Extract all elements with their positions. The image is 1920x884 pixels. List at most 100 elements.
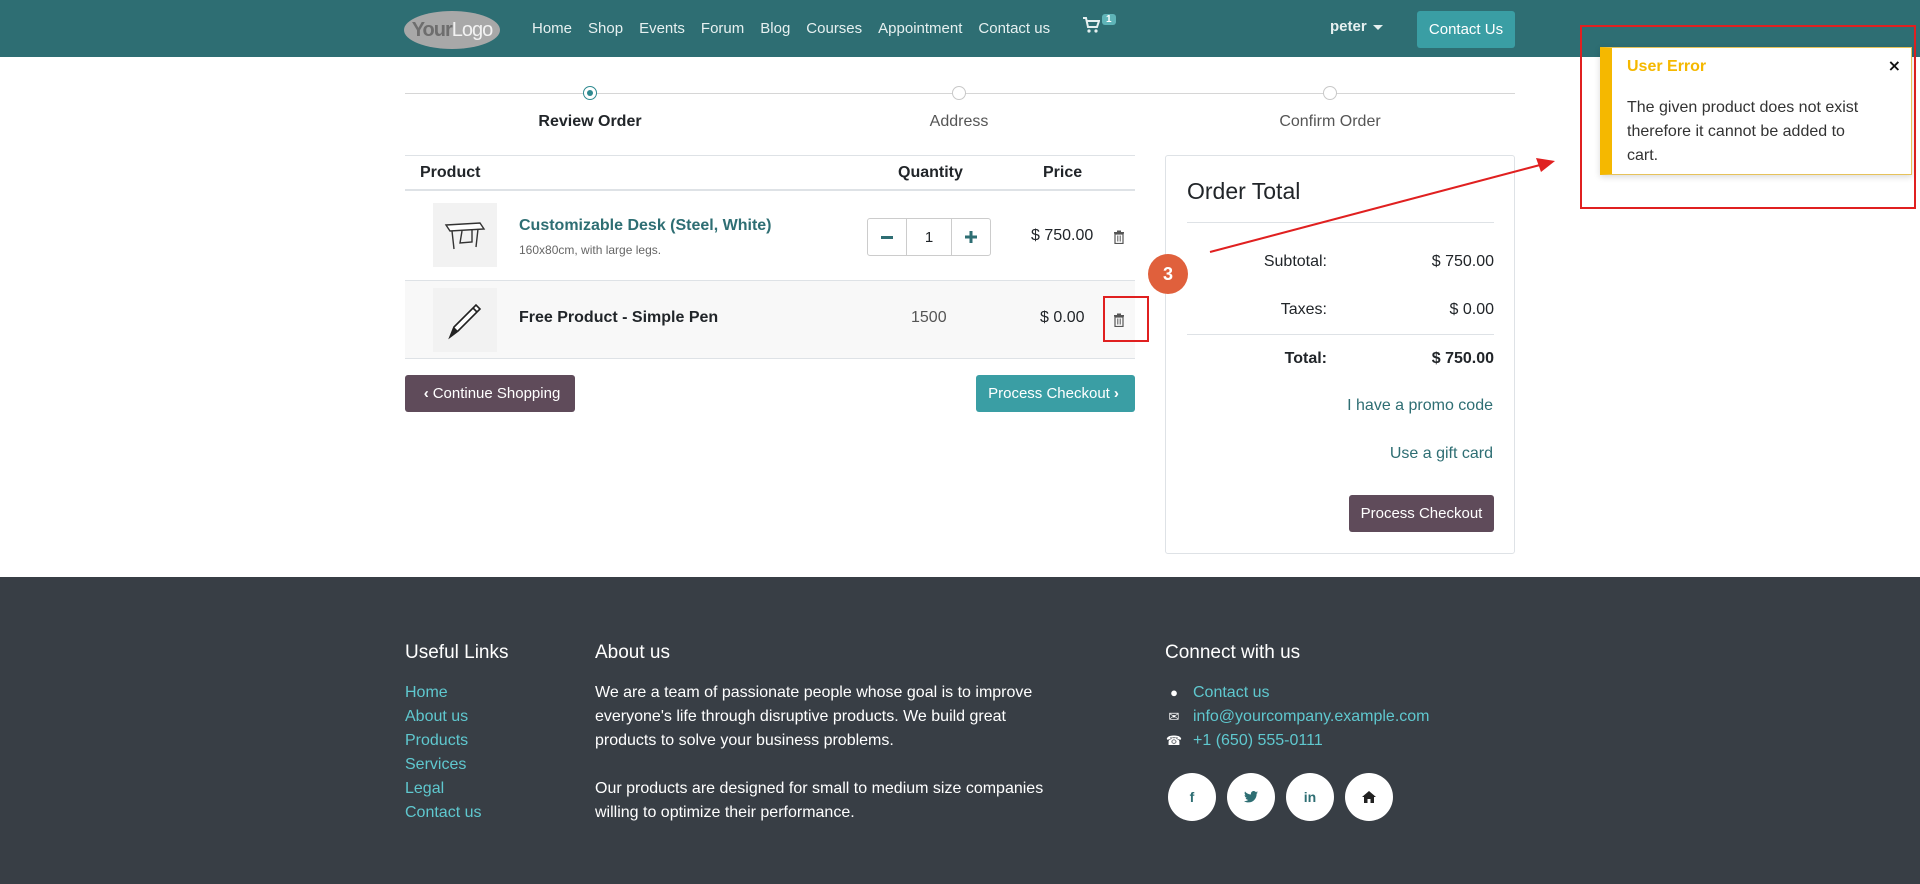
step-dot-confirm bbox=[1323, 86, 1337, 100]
header-product: Product bbox=[420, 164, 481, 181]
step-dot-review bbox=[583, 86, 597, 100]
site-footer: Useful Links Home About us Products Serv… bbox=[0, 577, 1920, 884]
nav-contact-us[interactable]: Contact us bbox=[978, 20, 1050, 37]
user-menu-dropdown[interactable]: peter bbox=[1330, 18, 1383, 35]
user-error-toast: User Error × The given product does not … bbox=[1600, 47, 1912, 175]
card-divider bbox=[1187, 222, 1494, 223]
plus-icon bbox=[965, 231, 977, 243]
nav-home[interactable]: Home bbox=[532, 20, 572, 37]
house-icon bbox=[1362, 791, 1376, 803]
quantity-decrease-button[interactable] bbox=[868, 219, 906, 255]
table-header: Product Quantity Price bbox=[405, 155, 1135, 191]
product-price-desk: $ 750.00 bbox=[1031, 227, 1094, 244]
card-divider bbox=[1187, 334, 1494, 335]
contact-item[interactable]: ● Contact us bbox=[1165, 681, 1430, 705]
nav-events[interactable]: Events bbox=[639, 20, 685, 37]
minus-icon bbox=[881, 236, 893, 239]
phone-icon: ☎ bbox=[1165, 733, 1183, 748]
cart-icon bbox=[1083, 17, 1100, 33]
taxes-label: Taxes: bbox=[1280, 301, 1327, 318]
nav-appointment[interactable]: Appointment bbox=[878, 20, 962, 37]
promo-code-link[interactable]: I have a promo code bbox=[1347, 397, 1493, 415]
trash-icon[interactable] bbox=[1113, 230, 1125, 244]
contact-us-button[interactable]: Contact Us bbox=[1417, 11, 1515, 48]
process-checkout-button[interactable]: Process Checkout › bbox=[976, 375, 1135, 412]
quantity-pen: 1500 bbox=[911, 309, 947, 326]
useful-links-title: Useful Links bbox=[405, 642, 509, 663]
about-us-title: About us bbox=[595, 642, 670, 663]
quantity-increase-button[interactable] bbox=[952, 219, 990, 255]
order-total-title: Order Total bbox=[1187, 178, 1301, 204]
home-icon[interactable] bbox=[1345, 773, 1393, 821]
chevron-right-icon: › bbox=[1113, 385, 1119, 402]
quantity-stepper: 1 bbox=[867, 218, 991, 256]
footer-link-about-us[interactable]: About us bbox=[405, 705, 481, 729]
nav-forum[interactable]: Forum bbox=[701, 20, 744, 37]
cart-count-badge: 1 bbox=[1102, 14, 1116, 25]
footer-phone: +1 (650) 555-0111 bbox=[1193, 732, 1323, 749]
desk-icon bbox=[444, 222, 486, 250]
product-link-desk[interactable]: Customizable Desk (Steel, White) bbox=[519, 217, 772, 235]
gift-card-link[interactable]: Use a gift card bbox=[1390, 445, 1493, 463]
caret-down-icon bbox=[1372, 24, 1383, 30]
cart-row-desk: Customizable Desk (Steel, White) 160x80c… bbox=[405, 191, 1135, 281]
site-logo[interactable]: YourLogo bbox=[404, 11, 500, 49]
annotation-step-badge: 3 bbox=[1148, 254, 1188, 294]
footer-link-legal[interactable]: Legal bbox=[405, 777, 481, 801]
nav-menu: Home Shop Events Forum Blog Courses Appo… bbox=[532, 0, 1066, 57]
social-links: f in bbox=[1168, 773, 1404, 821]
footer-email: info@yourcompany.example.com bbox=[1193, 708, 1430, 725]
footer-link-products[interactable]: Products bbox=[405, 729, 481, 753]
continue-shopping-button[interactable]: ‹ Continue Shopping bbox=[405, 375, 575, 412]
toast-message: The given product does not exist therefo… bbox=[1627, 99, 1859, 164]
footer-contact-link: Contact us bbox=[1193, 684, 1270, 701]
product-price-pen: $ 0.00 bbox=[1040, 309, 1085, 326]
product-image-desk[interactable] bbox=[433, 203, 497, 267]
linkedin-icon[interactable]: in bbox=[1286, 773, 1334, 821]
header-quantity: Quantity bbox=[898, 164, 963, 181]
user-name: peter bbox=[1330, 18, 1367, 35]
logo-text-your: Your bbox=[411, 18, 453, 41]
highlight-remove-pen bbox=[1103, 296, 1149, 342]
toast-title: User Error bbox=[1627, 58, 1707, 75]
product-description-desk: 160x80cm, with large legs. bbox=[519, 243, 662, 257]
total-value: $ 750.00 bbox=[1431, 350, 1494, 367]
useful-links-list: Home About us Products Services Legal Co… bbox=[405, 681, 481, 825]
cart-row-pen: Free Product - Simple Pen 1500 $ 0.00 bbox=[405, 281, 1135, 359]
taxes-value: $ 0.00 bbox=[1449, 301, 1494, 318]
cart-link[interactable]: 1 bbox=[1082, 14, 1116, 34]
nav-blog[interactable]: Blog bbox=[760, 20, 790, 37]
product-image-pen[interactable] bbox=[433, 288, 497, 352]
quantity-input[interactable]: 1 bbox=[906, 219, 952, 255]
total-label: Total: bbox=[1284, 350, 1327, 367]
close-icon[interactable]: × bbox=[1888, 56, 1901, 75]
email-item[interactable]: ✉ info@yourcompany.example.com bbox=[1165, 705, 1430, 729]
footer-link-home[interactable]: Home bbox=[405, 681, 481, 705]
header-price: Price bbox=[1043, 164, 1083, 181]
twitter-icon[interactable] bbox=[1227, 773, 1275, 821]
chat-icon: ● bbox=[1170, 685, 1178, 700]
nav-courses[interactable]: Courses bbox=[806, 20, 862, 37]
contact-list: ● Contact us ✉ info@yourcompany.example.co… bbox=[1165, 681, 1430, 753]
facebook-icon[interactable]: f bbox=[1168, 773, 1216, 821]
process-checkout-label: Process Checkout bbox=[988, 385, 1110, 402]
phone-item[interactable]: ☎ +1 (650) 555-0111 bbox=[1165, 729, 1430, 753]
connect-title: Connect with us bbox=[1165, 642, 1301, 663]
step-address: Address bbox=[929, 113, 989, 130]
subtotal-label: Subtotal: bbox=[1263, 253, 1327, 270]
about-us-paragraph-1: We are a team of passionate people whose… bbox=[595, 684, 1033, 749]
step-review-order: Review Order bbox=[538, 113, 642, 130]
step-dot-address bbox=[952, 86, 966, 100]
footer-link-services[interactable]: Services bbox=[405, 753, 481, 777]
footer-link-contact-us[interactable]: Contact us bbox=[405, 801, 481, 825]
logo-text-logo: Logo bbox=[451, 18, 493, 41]
nav-shop[interactable]: Shop bbox=[588, 20, 623, 37]
step-confirm-order: Confirm Order bbox=[1279, 113, 1381, 130]
twitter-bird-icon bbox=[1244, 791, 1258, 803]
cart-table: Product Quantity Price Customizable Desk… bbox=[405, 155, 1135, 359]
pen-icon bbox=[448, 303, 482, 340]
continue-shopping-label: Continue Shopping bbox=[432, 385, 561, 402]
subtotal-value: $ 750.00 bbox=[1431, 253, 1494, 270]
order-process-checkout-button[interactable]: Process Checkout bbox=[1349, 495, 1494, 532]
order-total-card: Order Total Subtotal: $ 750.00 Taxes: $ … bbox=[1165, 155, 1515, 554]
